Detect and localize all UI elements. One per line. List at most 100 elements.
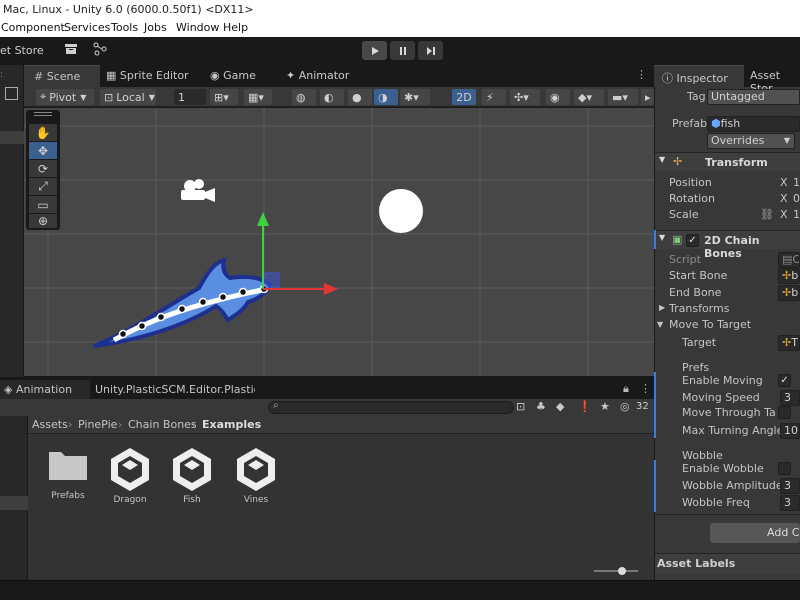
foldout-closed-icon[interactable]: ▶ xyxy=(659,303,665,312)
asset-item-dragon[interactable]: Dragon xyxy=(100,446,160,505)
end-bone-field[interactable]: ✢b xyxy=(778,285,800,301)
foldout-open-icon[interactable]: ▼ xyxy=(657,320,663,329)
hand-tool-icon[interactable]: ✋ xyxy=(29,124,57,141)
position-x-value[interactable]: 1 xyxy=(793,176,800,189)
folder-row-selected[interactable] xyxy=(0,496,28,510)
scene-view[interactable] xyxy=(24,108,654,376)
tab-menu-icon[interactable]: ⋮ xyxy=(640,382,651,395)
tab-animator[interactable]: ✦ Animator xyxy=(286,65,356,87)
local-dropdown[interactable]: ⊡ Local ▼ xyxy=(100,89,156,105)
pivot-dropdown[interactable]: ⌖ Pivot ▼ xyxy=(36,89,94,105)
wobble-freq-field[interactable]: 3 xyxy=(780,495,800,511)
breadcrumb-pinepie[interactable]: PinePie xyxy=(78,418,117,431)
hidden-eye-icon[interactable]: ◎ xyxy=(620,400,630,413)
drag-handle-icon[interactable] xyxy=(34,112,52,116)
globe-icon[interactable]: ◍ xyxy=(292,89,316,105)
tab-sprite-editor[interactable]: ▦ Sprite Editor xyxy=(106,65,196,87)
prefab-field[interactable]: ⬢fish xyxy=(707,116,800,132)
move-through-checkbox[interactable] xyxy=(778,406,791,419)
toggle-2d-button[interactable]: 2D xyxy=(452,89,476,105)
archive-icon[interactable] xyxy=(64,43,78,55)
asset-store-button[interactable]: et Store xyxy=(0,44,44,57)
component-enabled-checkbox[interactable]: ✓ xyxy=(686,234,699,247)
breadcrumb-examples[interactable]: Examples xyxy=(202,418,261,431)
link-icon[interactable]: ⛓ xyxy=(760,208,774,221)
zoom-slider-handle[interactable] xyxy=(618,567,626,575)
pause-button[interactable] xyxy=(390,41,415,60)
strip-tab[interactable]: : xyxy=(0,70,22,80)
breadcrumb-assets[interactable]: Assets xyxy=(32,418,68,431)
move-tool-icon[interactable]: ✥ xyxy=(29,142,57,159)
menu-item-services[interactable]: Services xyxy=(64,21,110,34)
snap-increment-field[interactable]: 1 xyxy=(174,89,206,105)
graph-icon[interactable] xyxy=(93,42,107,56)
debug-icon[interactable]: ✱▾ xyxy=(400,89,430,105)
menu-item-jobs[interactable]: Jobs xyxy=(144,21,167,34)
transform-header[interactable]: ▼ ✢ Transform xyxy=(655,152,800,171)
zoom-slider[interactable] xyxy=(594,567,638,575)
chain-bones-header[interactable]: ▼ ▣ ✓ 2D Chain Bones xyxy=(655,230,800,260)
sphere-icon[interactable]: ● xyxy=(348,89,372,105)
gizmos-icon[interactable]: ◆▾ xyxy=(574,89,604,105)
camera-icon[interactable]: ▬▾ xyxy=(608,89,638,105)
hierarchy-icon[interactable] xyxy=(5,87,18,100)
rect-tool-icon[interactable]: ▭ xyxy=(29,196,57,213)
wobble-amplitude-field[interactable]: 3 xyxy=(780,478,800,494)
filter-label-icon[interactable]: ◆ xyxy=(556,400,564,413)
lock-icon[interactable]: 🔒︎ xyxy=(623,382,629,396)
move-gizmo[interactable] xyxy=(257,212,338,295)
menu-item-help[interactable]: Help xyxy=(223,21,248,34)
draw-mode-icon[interactable]: ◑ xyxy=(374,89,398,105)
asset-item-fish[interactable]: Fish xyxy=(162,446,222,505)
start-bone-field[interactable]: ✢b xyxy=(778,268,800,284)
scale-x-value[interactable]: 1 xyxy=(793,208,800,221)
shaded-icon[interactable]: ◐ xyxy=(320,89,344,105)
menu-item-window[interactable]: Window xyxy=(176,21,219,34)
step-button[interactable] xyxy=(418,41,443,60)
warning-icon[interactable]: ❗ xyxy=(578,400,592,413)
scene-canvas[interactable] xyxy=(24,108,654,376)
tab-plastic-scm[interactable]: Unity.PlasticSCM.Editor.PlasticW xyxy=(95,383,255,396)
rotate-tool-icon[interactable]: ⟳ xyxy=(29,160,57,177)
visibility-icon[interactable]: ◉ xyxy=(546,89,570,105)
menu-item-tools[interactable]: Tools xyxy=(111,21,138,34)
asset-item-prefabs[interactable]: Prefabs xyxy=(38,446,98,501)
tab-asset-store[interactable]: Asset Stor xyxy=(750,65,800,95)
moving-speed-field[interactable]: 3 xyxy=(780,390,800,406)
tab-inspector[interactable]: ⓘ Inspector xyxy=(654,65,744,87)
tab-scene[interactable]: # Scene xyxy=(24,65,100,87)
search-scope-icon[interactable]: ⊡ xyxy=(516,400,525,413)
target-field[interactable]: ✢T xyxy=(778,335,800,351)
tab-game[interactable]: ◉ Game xyxy=(210,65,270,87)
lighting-icon[interactable]: ⚡ xyxy=(482,89,506,105)
grid-snap-icon[interactable]: ▦▾ xyxy=(244,89,272,105)
effects-icon[interactable]: ✣▾ xyxy=(510,89,540,105)
enable-wobble-checkbox[interactable] xyxy=(778,462,791,475)
overflow-icon[interactable]: ▸ xyxy=(641,89,654,105)
scale-tool-icon[interactable]: ⤢ xyxy=(29,178,57,195)
tag-dropdown[interactable]: Untagged xyxy=(707,89,800,105)
asset-item-vines[interactable]: Vines xyxy=(226,446,286,505)
snap-toggle-icon[interactable]: ⊞▾ xyxy=(210,89,238,105)
search-input[interactable]: ⌕ xyxy=(268,400,514,414)
tab-animation[interactable]: ◈ Animation xyxy=(0,380,90,399)
hierarchy-row[interactable] xyxy=(0,131,24,144)
tab-menu-icon[interactable]: ⋮ xyxy=(636,68,647,81)
asset-labels-header[interactable]: Asset Labels xyxy=(655,554,800,574)
breadcrumb-chain-bones[interactable]: Chain Bones xyxy=(128,418,197,431)
play-button[interactable] xyxy=(362,41,387,60)
camera-gizmo-icon[interactable] xyxy=(181,179,215,202)
rotation-x-value[interactable]: 0 xyxy=(793,192,800,205)
favorite-icon[interactable]: ★ xyxy=(600,400,610,413)
transform-tool-icon[interactable]: ⊕ xyxy=(29,214,57,228)
target-circle[interactable] xyxy=(379,189,423,233)
move-to-target-foldout[interactable]: Move To Target xyxy=(669,318,751,331)
max-turning-angle-field[interactable]: 10 xyxy=(780,423,800,439)
overrides-dropdown[interactable]: Overrides ▼ xyxy=(707,133,795,149)
menu-item-component[interactable]: Component xyxy=(1,21,65,34)
transforms-foldout[interactable]: Transforms xyxy=(669,302,729,315)
add-component-button[interactable]: Add Co xyxy=(710,523,800,543)
fish-sprite[interactable] xyxy=(93,256,273,348)
enable-moving-checkbox[interactable]: ✓ xyxy=(778,374,791,387)
filter-type-icon[interactable]: ♣ xyxy=(536,400,546,413)
